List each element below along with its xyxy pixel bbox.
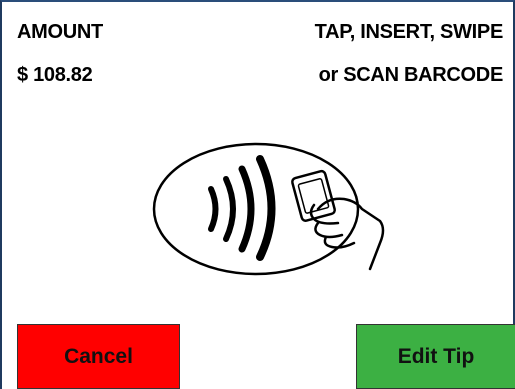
amount-value: $ 108.82 (17, 64, 93, 86)
cancel-button-label: Cancel (64, 344, 133, 368)
amount-label: AMOUNT (17, 21, 103, 43)
wave-1 (208, 186, 219, 232)
wave-3 (238, 165, 255, 253)
card-in-hand (291, 169, 336, 222)
cancel-button[interactable]: Cancel (17, 324, 180, 389)
payment-prompt-line2: or SCAN BARCODE (318, 64, 504, 86)
wave-4 (256, 155, 276, 261)
edit-tip-button[interactable]: Edit Tip (356, 324, 515, 389)
contactless-tap-icon (152, 142, 385, 276)
payment-prompt-line1: TAP, INSERT, SWIPE (314, 21, 504, 43)
payment-terminal-screen: AMOUNT $ 108.82 TAP, INSERT, SWIPE or SC… (0, 0, 515, 389)
wave-2 (223, 176, 236, 242)
edit-tip-button-label: Edit Tip (397, 344, 475, 368)
